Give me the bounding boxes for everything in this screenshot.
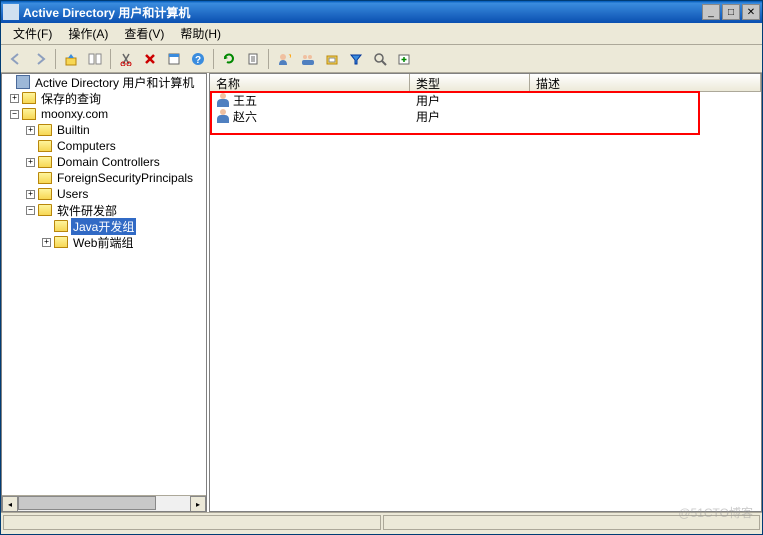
row-type: 用户 [410,92,530,109]
tree-panel: Active Directory 用户和计算机 + 保存的查询 − moonxy… [1,73,207,512]
tree-domain-controllers[interactable]: + Domain Controllers [2,154,206,170]
scroll-thumb[interactable] [18,496,156,510]
menu-file[interactable]: 文件(F) [5,23,60,44]
folder-icon [54,236,68,248]
folder-icon [38,172,52,184]
tree-computers[interactable]: Computers [2,138,206,154]
svg-text:?: ? [195,55,201,66]
folder-icon [22,108,36,120]
window-title: Active Directory 用户和计算机 [23,4,702,21]
expander-icon[interactable]: − [10,110,19,119]
back-button[interactable] [5,48,27,70]
menu-bar: 文件(F) 操作(A) 查看(V) 帮助(H) [1,23,762,45]
filter-icon[interactable] [345,48,367,70]
root-icon [16,75,30,89]
folder-icon [38,156,52,168]
folder-icon [38,188,52,200]
tree-selected-label: Java开发组 [71,218,136,235]
find-icon[interactable] [369,48,391,70]
row-type: 用户 [410,108,530,125]
title-bar: Active Directory 用户和计算机 _ □ ✕ [1,1,762,23]
list-body: 王五 用户 赵六 用户 [210,92,761,511]
cut-button[interactable] [115,48,137,70]
add-query-icon[interactable] [393,48,415,70]
tree-dept[interactable]: − 软件研发部 [2,202,206,218]
menu-action[interactable]: 操作(A) [60,23,116,44]
toolbar: ? ★ [1,45,762,73]
expander-icon[interactable]: + [42,238,51,247]
minimize-button[interactable]: _ [702,4,720,20]
status-cell [3,515,381,530]
folder-icon [38,124,52,136]
folder-icon [54,220,68,232]
menu-view[interactable]: 查看(V) [116,23,172,44]
user-icon [216,93,230,107]
new-user-icon[interactable]: ★ [273,48,295,70]
horizontal-scrollbar[interactable]: ◂ ▸ [2,495,206,511]
row-name: 赵六 [233,108,257,125]
properties-button[interactable] [163,48,185,70]
expander-icon[interactable]: − [26,206,35,215]
watermark: @51CTO博客 [678,504,753,521]
up-button[interactable] [60,48,82,70]
maximize-button[interactable]: □ [722,4,740,20]
svg-text:★: ★ [288,52,291,60]
menu-help[interactable]: 帮助(H) [172,23,229,44]
forward-button[interactable] [29,48,51,70]
tree-fsp[interactable]: ForeignSecurityPrincipals [2,170,206,186]
help-icon[interactable]: ? [187,48,209,70]
folder-icon [38,204,52,216]
tree-web-group[interactable]: + Web前端组 [2,234,206,250]
new-ou-icon[interactable] [321,48,343,70]
list-panel: 名称 类型 描述 王五 用户 赵六 用户 [209,73,762,512]
column-type[interactable]: 类型 [410,74,530,91]
scroll-right-button[interactable]: ▸ [190,496,206,512]
expander-icon[interactable]: + [26,190,35,199]
list-row[interactable]: 王五 用户 [210,92,761,108]
tree-root-label: Active Directory 用户和计算机 [33,74,196,91]
tree-root[interactable]: Active Directory 用户和计算机 [2,74,206,90]
expander-icon[interactable]: + [26,158,35,167]
status-bar [1,512,762,532]
user-icon [216,109,230,123]
column-name[interactable]: 名称 [210,74,410,91]
row-name: 王五 [233,92,257,109]
export-button[interactable] [242,48,264,70]
tree-saved-queries[interactable]: + 保存的查询 [2,90,206,106]
app-icon [3,4,19,20]
tree-users[interactable]: + Users [2,186,206,202]
tree-builtin[interactable]: + Builtin [2,122,206,138]
scroll-left-button[interactable]: ◂ [2,496,18,512]
column-desc[interactable]: 描述 [530,74,761,91]
list-row[interactable]: 赵六 用户 [210,108,761,124]
tree-java-group[interactable]: Java开发组 [2,218,206,234]
expander-icon[interactable]: + [26,126,35,135]
folder-icon [22,92,36,104]
delete-button[interactable] [139,48,161,70]
expander-icon[interactable]: + [10,94,19,103]
show-hide-button[interactable] [84,48,106,70]
close-button[interactable]: ✕ [742,4,760,20]
list-header: 名称 类型 描述 [210,74,761,92]
tree-domain[interactable]: − moonxy.com [2,106,206,122]
new-group-icon[interactable] [297,48,319,70]
folder-icon [38,140,52,152]
refresh-button[interactable] [218,48,240,70]
